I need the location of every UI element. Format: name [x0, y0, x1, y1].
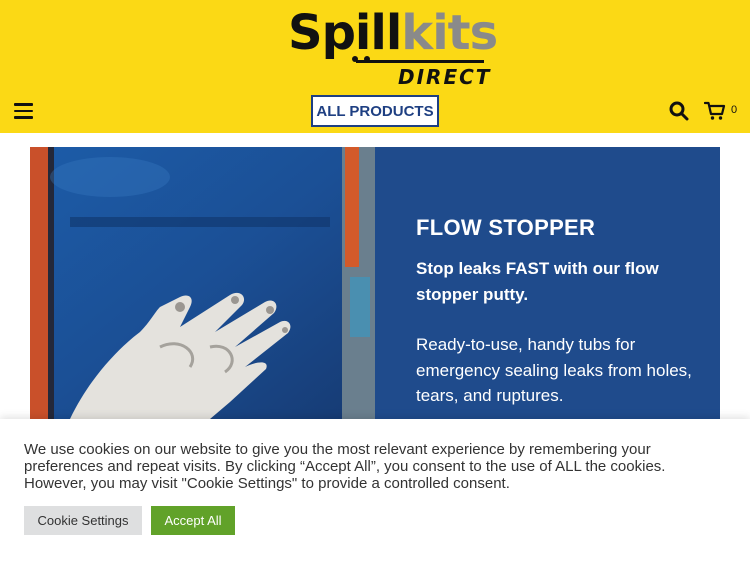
- logo-direct-text: DIRECT: [398, 65, 492, 89]
- spillkits-direct-logo[interactable]: Spillkits DIRECT: [288, 6, 498, 92]
- logo-wordmark: Spillkits: [288, 5, 498, 61]
- hero-description: Ready-to-use, handy tubs for emergency s…: [416, 335, 692, 405]
- cookie-settings-button[interactable]: Cookie Settings: [24, 506, 142, 535]
- cookie-message: We use cookies on our website to give yo…: [24, 441, 666, 492]
- logo-underline: [356, 60, 484, 63]
- accept-all-button[interactable]: Accept All: [151, 506, 235, 535]
- cookie-consent-banner: We use cookies on our website to give yo…: [0, 419, 750, 563]
- cart-icon[interactable]: [704, 100, 726, 122]
- cart-count-badge: 0: [731, 104, 738, 116]
- site-header: Spillkits DIRECT ALL PRODUCTS 0: [0, 0, 750, 133]
- hero-photo-illustration: [30, 147, 375, 419]
- search-icon[interactable]: [669, 101, 689, 121]
- hero-image-glove-sealing-drum: [30, 147, 375, 419]
- hero-subtitle: Stop leaks FAST with our flow stopper pu…: [416, 259, 659, 304]
- all-products-button[interactable]: ALL PRODUCTS: [311, 95, 439, 127]
- hero-title: FLOW STOPPER: [416, 215, 596, 240]
- hamburger-menu-icon[interactable]: [14, 103, 33, 119]
